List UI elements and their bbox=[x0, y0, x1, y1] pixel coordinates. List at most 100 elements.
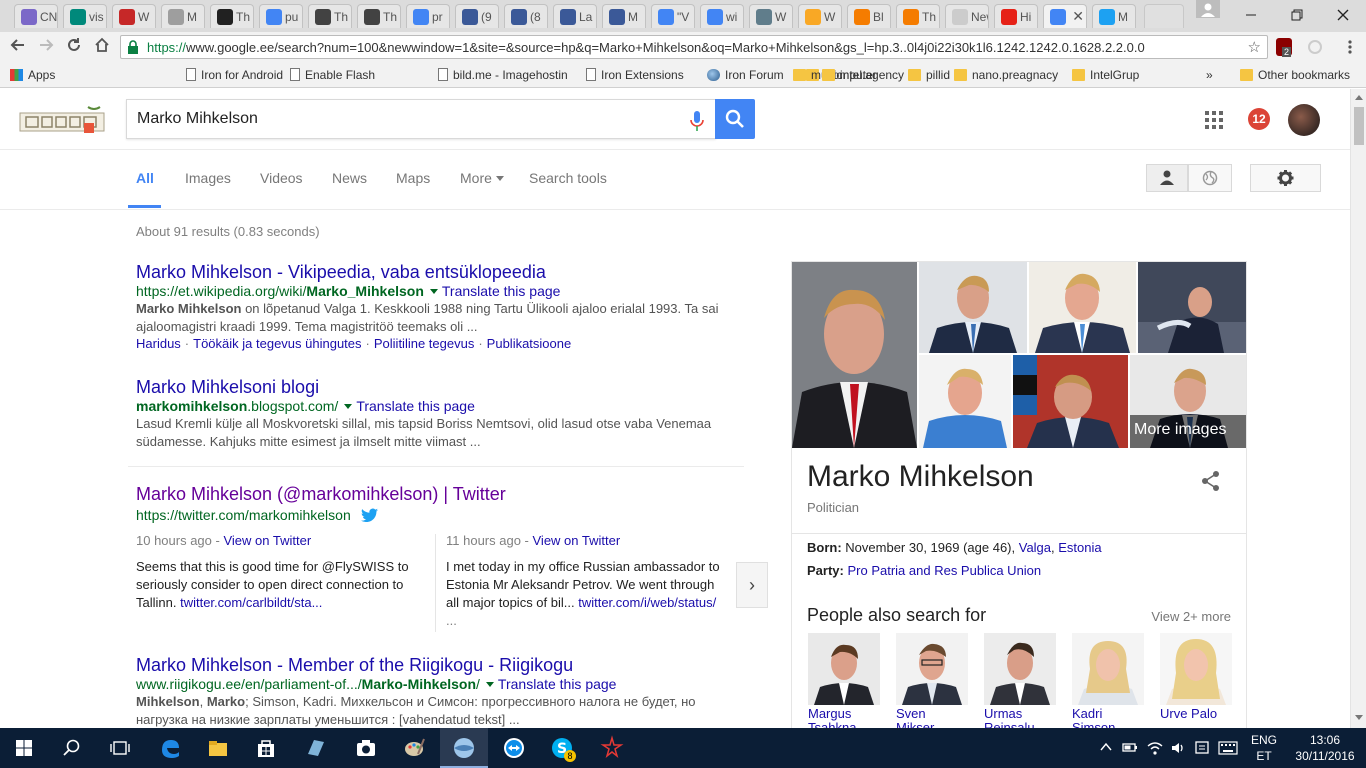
tab-close-icon[interactable]: ✕ bbox=[1072, 8, 1084, 25]
translate-link[interactable]: Translate this page bbox=[498, 676, 617, 692]
power-plug-icon[interactable] bbox=[1122, 740, 1138, 754]
volume-icon[interactable] bbox=[1170, 740, 1186, 756]
other-bookmarks[interactable]: Other bookmarks bbox=[1240, 67, 1350, 83]
people-also-search-item[interactable]: Sven Mikser bbox=[896, 633, 968, 730]
extension-ublock-icon[interactable]: 2 bbox=[1276, 38, 1292, 57]
view-on-twitter-link[interactable]: View on Twitter bbox=[533, 533, 621, 548]
scrollbar-thumb[interactable] bbox=[1354, 107, 1364, 145]
edge-browser-icon[interactable] bbox=[156, 734, 184, 762]
tab-videos[interactable]: Videos bbox=[260, 170, 303, 186]
browser-tab[interactable]: La bbox=[553, 4, 597, 28]
bookmark-item[interactable]: Apps bbox=[10, 67, 55, 83]
bookmark-item[interactable]: IntelGrup bbox=[1072, 67, 1139, 83]
tab-more[interactable]: More bbox=[460, 170, 504, 186]
restore-button[interactable] bbox=[1274, 0, 1320, 28]
settings-button[interactable] bbox=[1250, 164, 1321, 192]
profile-icon[interactable] bbox=[1196, 0, 1220, 18]
back-button[interactable] bbox=[8, 37, 28, 57]
google-apps-icon[interactable] bbox=[1204, 110, 1224, 130]
scroll-up-arrow-icon[interactable] bbox=[1354, 93, 1364, 101]
paint-icon[interactable] bbox=[400, 734, 428, 762]
bookmarks-overflow[interactable]: » bbox=[1206, 67, 1213, 83]
search-icon[interactable] bbox=[58, 734, 86, 762]
google-doodle-logo[interactable] bbox=[18, 103, 106, 141]
app-star-icon[interactable] bbox=[598, 734, 626, 762]
people-also-search-item[interactable]: Urve Palo bbox=[1160, 633, 1232, 721]
minimize-button[interactable] bbox=[1228, 0, 1274, 28]
microphone-icon[interactable] bbox=[690, 110, 704, 132]
people-also-search-item[interactable]: Margus Tsahkna bbox=[808, 633, 880, 730]
result-title-twitter[interactable]: Marko Mihkelson (@markomihkelson) | Twit… bbox=[136, 484, 506, 505]
browser-tab[interactable]: W bbox=[749, 4, 793, 28]
browser-tab[interactable]: M bbox=[1092, 4, 1136, 28]
result-title-wikipedia[interactable]: Marko Mihkelson - Vikipeedia, vaba entsü… bbox=[136, 262, 546, 283]
bookmark-star-icon[interactable]: ☆ bbox=[1248, 38, 1261, 56]
browser-tab[interactable]: Th bbox=[308, 4, 352, 28]
reload-button[interactable] bbox=[64, 37, 84, 57]
dropdown-caret-icon[interactable] bbox=[429, 289, 438, 294]
photo-thumb[interactable] bbox=[1029, 262, 1136, 353]
file-explorer-icon[interactable] bbox=[204, 734, 232, 762]
bookmark-item[interactable]: bild.me - Imagehostin bbox=[438, 67, 568, 83]
notifications-badge[interactable]: 12 bbox=[1248, 108, 1270, 130]
extension-icon[interactable] bbox=[1308, 40, 1322, 54]
taskbar-iron-active[interactable] bbox=[440, 728, 488, 768]
sitelink[interactable]: Poliitiline tegevus bbox=[374, 336, 474, 351]
home-button[interactable] bbox=[92, 37, 112, 57]
clock-date[interactable]: 30/11/2016 bbox=[1292, 749, 1358, 763]
result-title-riigikogu[interactable]: Marko Mihkelson - Member of the Riigikog… bbox=[136, 655, 573, 676]
browser-tab[interactable]: vis bbox=[63, 4, 107, 28]
action-center-icon[interactable] bbox=[1194, 740, 1210, 756]
photo-thumb[interactable] bbox=[1138, 262, 1246, 353]
browser-tab[interactable]: pu bbox=[259, 4, 303, 28]
browser-tab[interactable]: "V bbox=[651, 4, 695, 28]
bookmark-item[interactable]: pillid bbox=[908, 67, 950, 83]
store-icon[interactable] bbox=[252, 734, 280, 762]
skype-icon[interactable]: S 8 bbox=[548, 734, 576, 762]
bookmark-item[interactable]: nano.preagnacy bbox=[954, 67, 1058, 83]
sitelink[interactable]: Publikatsioone bbox=[487, 336, 572, 351]
browser-tab[interactable]: wi bbox=[700, 4, 744, 28]
tab-maps[interactable]: Maps bbox=[396, 170, 430, 186]
teamviewer-icon[interactable] bbox=[500, 734, 528, 762]
windows-start-icon[interactable] bbox=[10, 734, 38, 762]
menu-icon[interactable] bbox=[1342, 38, 1358, 56]
browser-tab[interactable]: pr bbox=[406, 4, 450, 28]
tab-all[interactable]: All bbox=[136, 170, 154, 186]
bookmark-item[interactable]: intel.agency bbox=[822, 67, 904, 83]
more-images-link[interactable]: More images bbox=[1134, 421, 1226, 439]
browser-tab[interactable]: ✕ bbox=[1043, 4, 1087, 28]
address-bar[interactable]: https://www.google.ee/search?num=100&new… bbox=[120, 35, 1268, 59]
account-avatar[interactable] bbox=[1288, 104, 1320, 136]
browser-tab[interactable]: Bl bbox=[847, 4, 891, 28]
party-link[interactable]: Pro Patria and Res Publica Union bbox=[847, 563, 1041, 578]
share-icon[interactable] bbox=[1200, 470, 1222, 492]
people-also-search-item[interactable]: Kadri Simson bbox=[1072, 633, 1144, 730]
translate-link[interactable]: Translate this page bbox=[356, 398, 475, 414]
keyboard-icon[interactable] bbox=[1218, 741, 1238, 755]
browser-tab[interactable]: Th bbox=[357, 4, 401, 28]
tab-news[interactable]: News bbox=[332, 170, 367, 186]
dropdown-caret-icon[interactable] bbox=[344, 404, 353, 409]
bookmark-item[interactable]: Iron Extensions bbox=[586, 67, 684, 83]
born-place-link[interactable]: Valga bbox=[1019, 540, 1051, 555]
tray-chevron-up-icon[interactable] bbox=[1100, 742, 1112, 752]
browser-tab[interactable]: W bbox=[112, 4, 156, 28]
browser-tab[interactable]: (9 bbox=[455, 4, 499, 28]
result-title-blog[interactable]: Marko Mihkelsoni blogi bbox=[136, 377, 319, 398]
browser-tab[interactable]: Th bbox=[896, 4, 940, 28]
input-layout[interactable]: ET bbox=[1250, 749, 1278, 763]
search-button[interactable] bbox=[715, 99, 755, 139]
tab-search-tools[interactable]: Search tools bbox=[529, 170, 607, 186]
view-on-twitter-link[interactable]: View on Twitter bbox=[223, 533, 311, 548]
forward-button[interactable] bbox=[36, 37, 56, 57]
browser-tab[interactable]: Hi bbox=[994, 4, 1038, 28]
browser-tab[interactable]: New T bbox=[945, 4, 989, 28]
photo-thumb[interactable] bbox=[919, 355, 1011, 448]
input-language[interactable]: ENG bbox=[1250, 733, 1278, 747]
tab-images[interactable]: Images bbox=[185, 170, 231, 186]
task-view-icon[interactable] bbox=[106, 734, 134, 762]
photo-main[interactable] bbox=[792, 262, 917, 448]
photo-thumb[interactable]: More images bbox=[1130, 355, 1246, 448]
bookmark-item[interactable]: Enable Flash bbox=[290, 67, 375, 83]
